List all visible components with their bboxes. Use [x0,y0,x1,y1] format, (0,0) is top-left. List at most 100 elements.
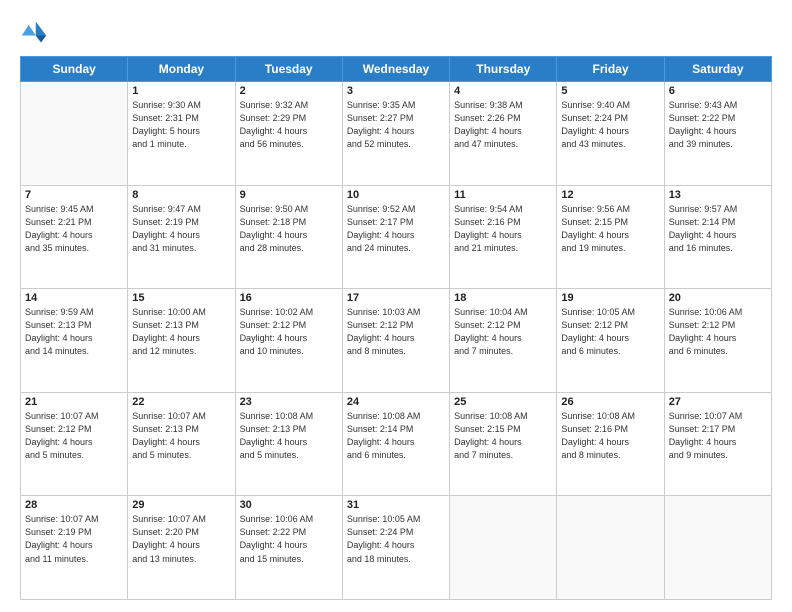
day-number: 19 [561,292,659,304]
day-number: 13 [669,189,767,201]
day-number: 20 [669,292,767,304]
calendar-cell: 23Sunrise: 10:08 AM Sunset: 2:13 PM Dayl… [235,392,342,496]
calendar-cell: 7 Sunrise: 9:45 AM Sunset: 2:21 PM Daylig… [21,185,128,289]
day-info: Sunrise: 10:05 AM Sunset: 2:12 PM Daylig… [561,306,659,358]
day-info: Sunrise: 9:47 AM Sunset: 2:19 PM Dayligh… [132,203,230,255]
day-info: Sunrise: 10:08 AM Sunset: 2:13 PM Daylig… [240,410,338,462]
calendar-cell [664,496,771,600]
calendar-cell: 28 Sunrise: 10:07 AM Sunset: 2:19 PM Dayl… [21,496,128,600]
calendar-cell: 31 Sunrise: 10:05 AM Sunset: 2:24 PM Dayl… [342,496,449,600]
calendar-cell: 25 Sunrise: 10:08 AM Sunset: 2:15 PM Dayl… [450,392,557,496]
day-number: 25 [454,396,552,408]
day-info: Sunrise: 10:06 AM Sunset: 2:12 PM Daylig… [669,306,767,358]
day-number: 14 [25,292,123,304]
calendar-cell: 9 Sunrise: 9:50 AM Sunset: 2:18 PM Daylig… [235,185,342,289]
page: SundayMondayTuesdayWednesdayThursdayFrid… [0,0,792,612]
day-number: 28 [25,499,123,511]
day-number: 27 [669,396,767,408]
day-info: Sunrise: 9:50 AM Sunset: 2:18 PM Dayligh… [240,203,338,255]
day-info: Sunrise: 10:08 AM Sunset: 2:14 PM Daylig… [347,410,445,462]
calendar-cell: 3 Sunrise: 9:35 AM Sunset: 2:27 PM Daylig… [342,82,449,186]
day-info: Sunrise: 9:52 AM Sunset: 2:17 PM Dayligh… [347,203,445,255]
day-info: Sunrise: 10:00 AM Sunset: 2:13 PM Daylig… [132,306,230,358]
day-info: Sunrise: 10:02 AM Sunset: 2:12 PM Daylig… [240,306,338,358]
day-number: 16 [240,292,338,304]
calendar-cell: 29Sunrise: 10:07 AM Sunset: 2:20 PM Dayl… [128,496,235,600]
calendar-week-4: 21 Sunrise: 10:07 AM Sunset: 2:12 PM Dayl… [21,392,772,496]
day-number: 2 [240,85,338,97]
calendar-cell: 1Sunrise: 9:30 AM Sunset: 2:31 PM Daylig… [128,82,235,186]
day-number: 9 [240,189,338,201]
calendar-cell: 2Sunrise: 9:32 AM Sunset: 2:29 PM Daylig… [235,82,342,186]
day-info: Sunrise: 9:57 AM Sunset: 2:14 PM Dayligh… [669,203,767,255]
day-info: Sunrise: 9:35 AM Sunset: 2:27 PM Dayligh… [347,99,445,151]
calendar-cell: 8 Sunrise: 9:47 AM Sunset: 2:19 PM Daylig… [128,185,235,289]
day-info: Sunrise: 9:38 AM Sunset: 2:26 PM Dayligh… [454,99,552,151]
day-info: Sunrise: 9:40 AM Sunset: 2:24 PM Dayligh… [561,99,659,151]
day-info: Sunrise: 10:07 AM Sunset: 2:13 PM Daylig… [132,410,230,462]
calendar-cell: 18 Sunrise: 10:04 AM Sunset: 2:12 PM Dayl… [450,289,557,393]
day-number: 8 [132,189,230,201]
weekday-header-wednesday: Wednesday [342,57,449,82]
calendar-cell: 20 Sunrise: 10:06 AM Sunset: 2:12 PM Dayl… [664,289,771,393]
day-number: 18 [454,292,552,304]
day-info: Sunrise: 10:06 AM Sunset: 2:22 PM Daylig… [240,513,338,565]
calendar-body: 1Sunrise: 9:30 AM Sunset: 2:31 PM Daylig… [21,82,772,600]
calendar-week-3: 14Sunrise: 9:59 AM Sunset: 2:13 PM Dayli… [21,289,772,393]
calendar-cell: 27 Sunrise: 10:07 AM Sunset: 2:17 PM Dayl… [664,392,771,496]
calendar-cell: 10 Sunrise: 9:52 AM Sunset: 2:17 PM Dayli… [342,185,449,289]
calendar-week-2: 7 Sunrise: 9:45 AM Sunset: 2:21 PM Daylig… [21,185,772,289]
calendar: SundayMondayTuesdayWednesdayThursdayFrid… [20,56,772,600]
weekday-header-tuesday: Tuesday [235,57,342,82]
day-number: 6 [669,85,767,97]
day-number: 31 [347,499,445,511]
day-number: 24 [347,396,445,408]
day-info: Sunrise: 9:45 AM Sunset: 2:21 PM Dayligh… [25,203,123,255]
day-info: Sunrise: 9:54 AM Sunset: 2:16 PM Dayligh… [454,203,552,255]
day-info: Sunrise: 10:05 AM Sunset: 2:24 PM Daylig… [347,513,445,565]
calendar-cell: 30Sunrise: 10:06 AM Sunset: 2:22 PM Dayl… [235,496,342,600]
logo [20,18,52,46]
day-number: 7 [25,189,123,201]
calendar-cell: 12 Sunrise: 9:56 AM Sunset: 2:15 PM Dayli… [557,185,664,289]
calendar-cell: 11Sunrise: 9:54 AM Sunset: 2:16 PM Dayli… [450,185,557,289]
day-info: Sunrise: 10:07 AM Sunset: 2:19 PM Daylig… [25,513,123,565]
day-number: 10 [347,189,445,201]
day-info: Sunrise: 10:04 AM Sunset: 2:12 PM Daylig… [454,306,552,358]
day-number: 21 [25,396,123,408]
calendar-cell: 14Sunrise: 9:59 AM Sunset: 2:13 PM Dayli… [21,289,128,393]
day-number: 12 [561,189,659,201]
weekday-header-sunday: Sunday [21,57,128,82]
day-number: 5 [561,85,659,97]
weekday-header-monday: Monday [128,57,235,82]
calendar-cell: 4 Sunrise: 9:38 AM Sunset: 2:26 PM Daylig… [450,82,557,186]
calendar-header: SundayMondayTuesdayWednesdayThursdayFrid… [21,57,772,82]
day-number: 15 [132,292,230,304]
calendar-cell: 21 Sunrise: 10:07 AM Sunset: 2:12 PM Dayl… [21,392,128,496]
day-info: Sunrise: 10:08 AM Sunset: 2:15 PM Daylig… [454,410,552,462]
calendar-cell: 6 Sunrise: 9:43 AM Sunset: 2:22 PM Daylig… [664,82,771,186]
calendar-week-1: 1Sunrise: 9:30 AM Sunset: 2:31 PM Daylig… [21,82,772,186]
day-info: Sunrise: 9:43 AM Sunset: 2:22 PM Dayligh… [669,99,767,151]
day-number: 26 [561,396,659,408]
day-info: Sunrise: 10:07 AM Sunset: 2:12 PM Daylig… [25,410,123,462]
calendar-cell: 22 Sunrise: 10:07 AM Sunset: 2:13 PM Dayl… [128,392,235,496]
day-info: Sunrise: 9:56 AM Sunset: 2:15 PM Dayligh… [561,203,659,255]
calendar-cell: 19 Sunrise: 10:05 AM Sunset: 2:12 PM Dayl… [557,289,664,393]
calendar-cell [450,496,557,600]
calendar-cell [21,82,128,186]
day-number: 4 [454,85,552,97]
day-number: 3 [347,85,445,97]
day-info: Sunrise: 10:07 AM Sunset: 2:17 PM Daylig… [669,410,767,462]
day-info: Sunrise: 10:08 AM Sunset: 2:16 PM Daylig… [561,410,659,462]
header [20,18,772,46]
logo-icon [20,18,48,46]
day-info: Sunrise: 10:07 AM Sunset: 2:20 PM Daylig… [132,513,230,565]
day-info: Sunrise: 9:30 AM Sunset: 2:31 PM Dayligh… [132,99,230,151]
calendar-cell: 13 Sunrise: 9:57 AM Sunset: 2:14 PM Dayli… [664,185,771,289]
calendar-cell: 17Sunrise: 10:03 AM Sunset: 2:12 PM Dayl… [342,289,449,393]
day-number: 22 [132,396,230,408]
calendar-week-5: 28 Sunrise: 10:07 AM Sunset: 2:19 PM Dayl… [21,496,772,600]
day-number: 17 [347,292,445,304]
calendar-cell: 16 Sunrise: 10:02 AM Sunset: 2:12 PM Dayl… [235,289,342,393]
